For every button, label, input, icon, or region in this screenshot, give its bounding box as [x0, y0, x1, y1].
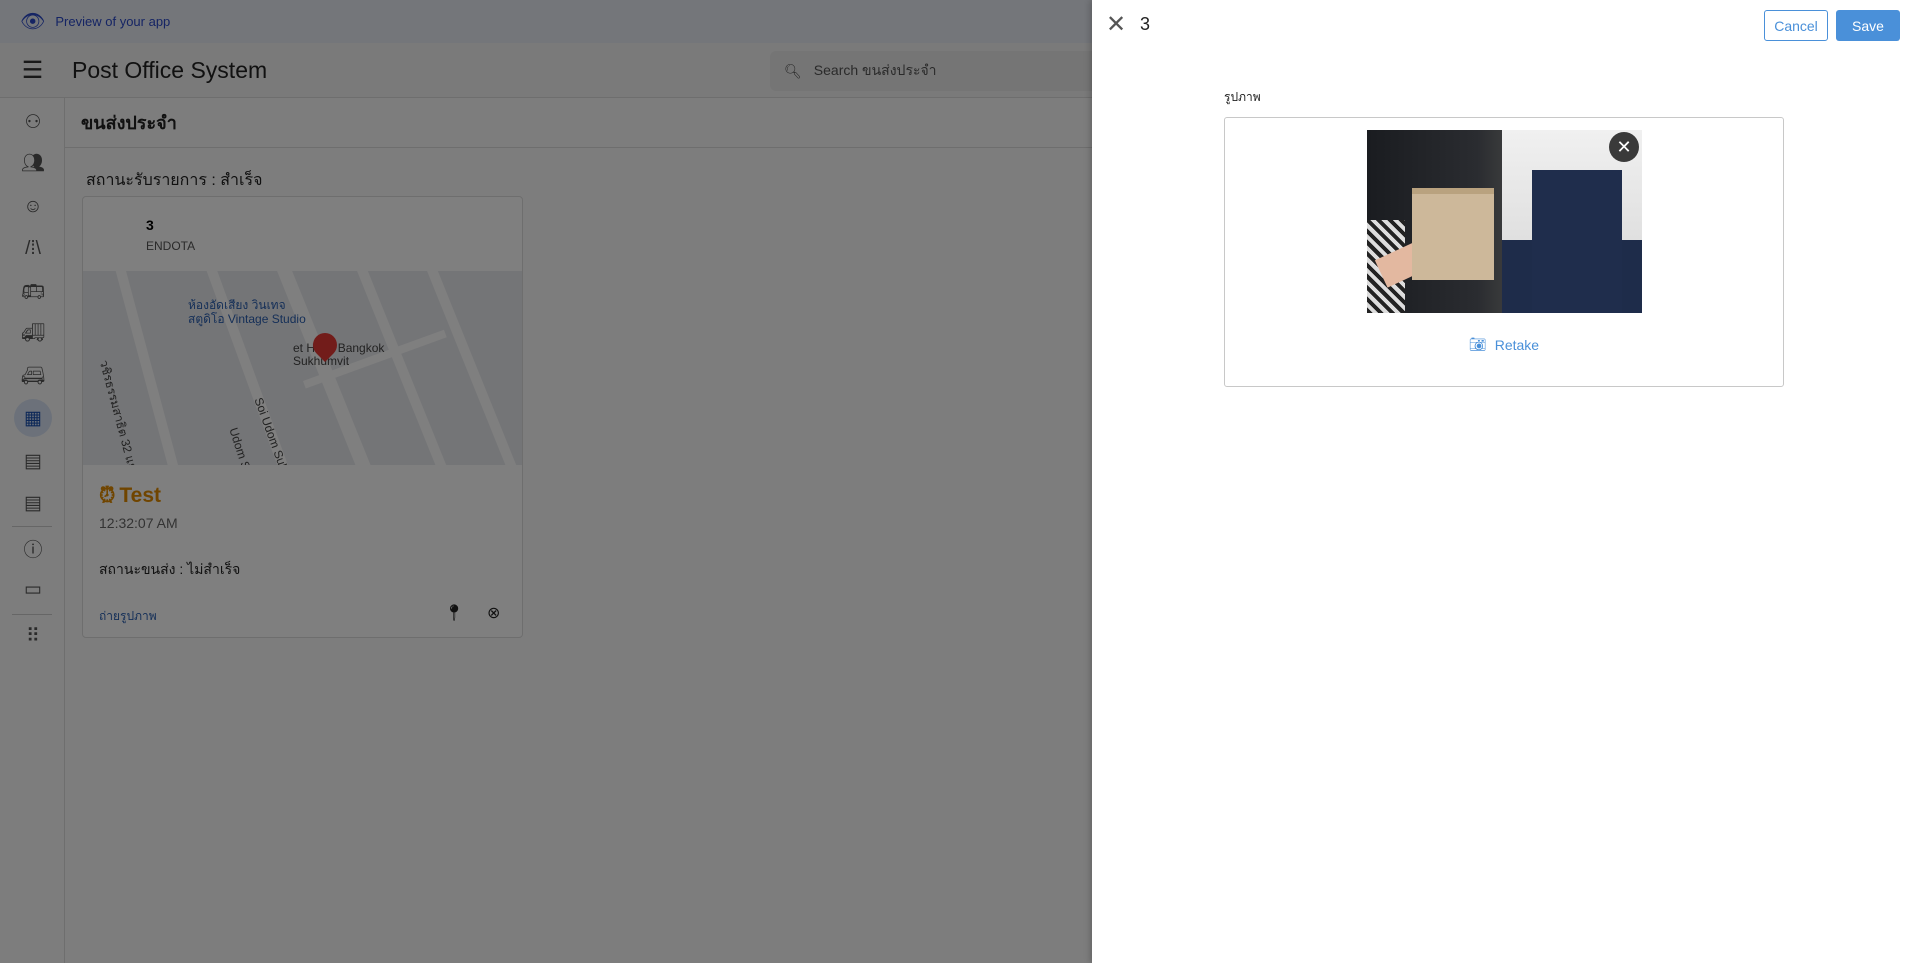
retake-label: Retake — [1494, 336, 1540, 353]
remove-photo-icon[interactable]: ✕ — [1609, 132, 1639, 162]
photo-field: ✕ 📷︎ Retake — [1224, 117, 1784, 387]
save-button[interactable]: Save — [1836, 10, 1900, 41]
photo-field-label: รูปภาพ — [1224, 90, 1261, 104]
panel-title: 3 — [1140, 14, 1151, 34]
photo-preview — [1367, 130, 1642, 313]
retake-button[interactable]: 📷︎ Retake — [1225, 336, 1783, 353]
close-icon[interactable]: ✕ — [1106, 10, 1126, 39]
cancel-button[interactable]: Cancel — [1764, 10, 1828, 41]
camera-icon: 📷︎ — [1468, 336, 1487, 352]
modal-backdrop[interactable] — [0, 0, 1092, 963]
edit-panel: ✕ 3 Cancel Save รูปภาพ ✕ 📷︎ Retake — [1092, 0, 1913, 963]
